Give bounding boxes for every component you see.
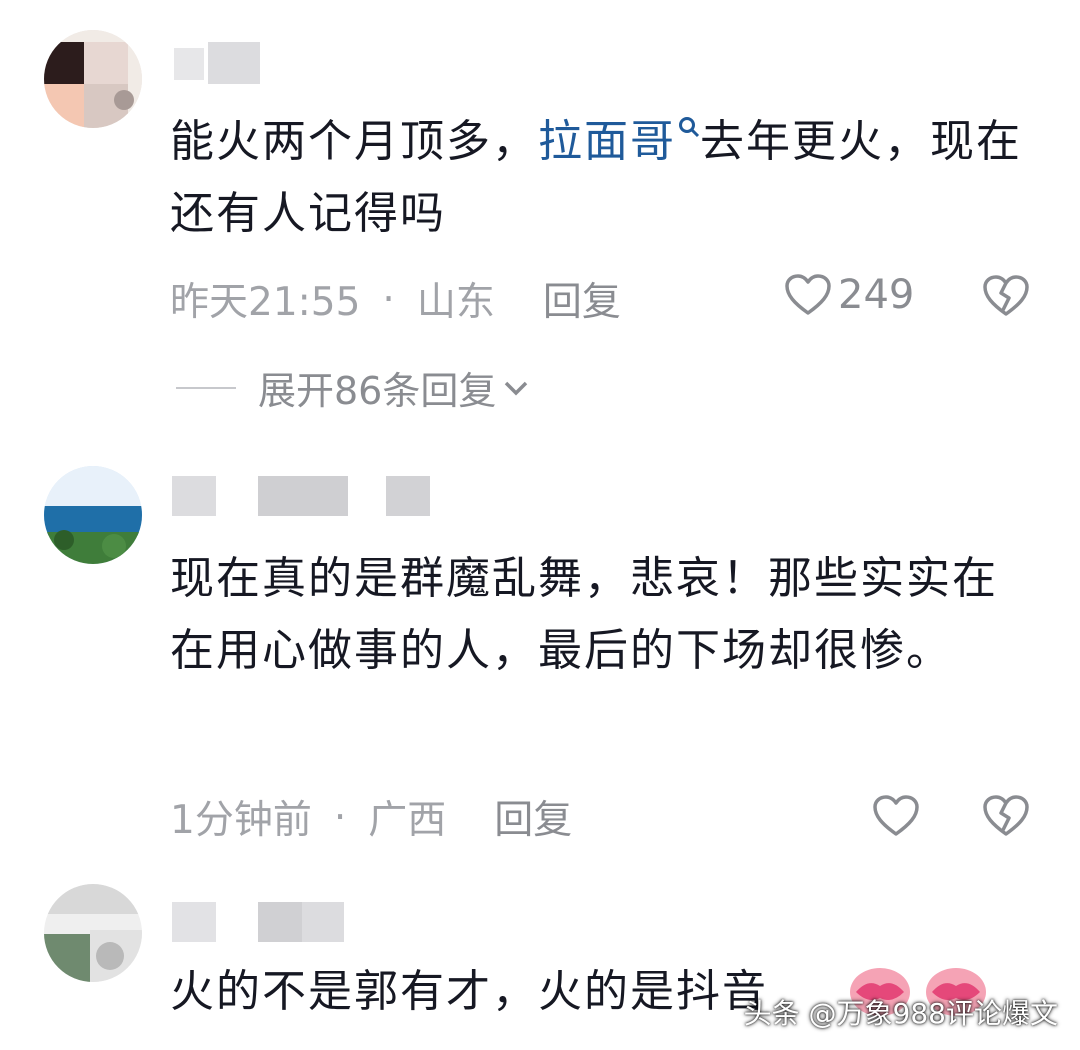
broken-heart-icon: [983, 795, 1029, 836]
reply-button[interactable]: 回复: [494, 789, 572, 845]
comment-text: 能火两个月顶多，拉面哥 去年更火，现在还有人记得吗: [170, 116, 1022, 239]
dislike-button[interactable]: [982, 794, 1030, 842]
avatar[interactable]: [44, 30, 142, 128]
username-blurred[interactable]: [172, 476, 432, 520]
divider-line: [176, 386, 236, 389]
comment-meta: 昨天21:55 · 山东 回复: [170, 271, 621, 327]
search-icon: [679, 117, 700, 138]
reply-button[interactable]: 回复: [543, 271, 621, 327]
comment-time: 昨天21:55: [170, 280, 361, 325]
avatar[interactable]: [44, 466, 142, 564]
comment-meta: 1分钟前 · 广西 回复: [170, 789, 572, 845]
expand-replies-button[interactable]: 展开86条回复: [176, 360, 530, 415]
username-blurred[interactable]: [174, 42, 260, 86]
heart-outline-icon: [785, 274, 831, 315]
comment-text: 现在真的是群魔乱舞，悲哀！那些实实在在用心做事的人，最后的下场却很惨。: [170, 553, 998, 676]
like-count: 249: [838, 272, 915, 318]
comment-location: 广西: [368, 798, 447, 843]
broken-heart-icon: [983, 275, 1029, 316]
comment-location: 山东: [416, 280, 495, 325]
avatar[interactable]: [44, 884, 142, 982]
separator-dot: ·: [382, 276, 395, 322]
like-button[interactable]: 249: [784, 272, 914, 318]
watermark: 头条 @万象988评论爆文: [743, 997, 1058, 1030]
separator-dot: ·: [333, 794, 347, 840]
heart-outline-icon: [873, 795, 919, 836]
topic-link[interactable]: 拉面哥: [538, 116, 700, 167]
chevron-down-icon: [505, 381, 528, 395]
dislike-button[interactable]: [982, 274, 1030, 322]
like-button[interactable]: [872, 794, 920, 838]
username-blurred[interactable]: [172, 902, 344, 946]
expand-replies-label: 展开86条回复: [258, 369, 497, 413]
comment-time: 1分钟前: [170, 798, 312, 843]
